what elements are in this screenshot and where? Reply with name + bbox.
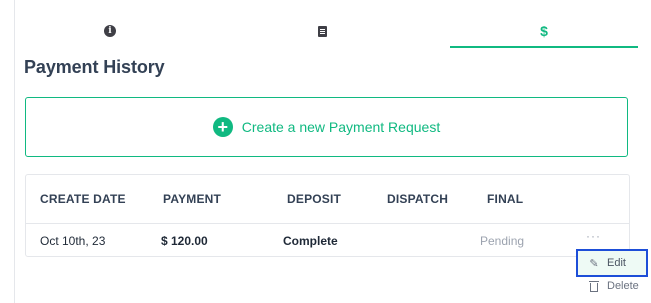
dollar-icon: $ (540, 23, 548, 39)
pencil-icon: ✎ (589, 257, 599, 270)
cell-final: Pending (480, 234, 525, 248)
left-border (14, 0, 15, 303)
column-header-dispatch: DISPATCH (387, 192, 449, 206)
tab-bar: i $ (16, 14, 638, 48)
page-title: Payment History (24, 57, 165, 77)
create-payment-request-label: Create a new Payment Request (241, 119, 441, 135)
trash-icon (589, 280, 599, 292)
create-payment-request-button[interactable]: + Create a new Payment Request (25, 97, 628, 157)
column-header-payment: PAYMENT (163, 192, 222, 206)
cell-payment: $ 120.00 (161, 234, 208, 248)
info-icon: i (104, 25, 116, 37)
tab-payment[interactable]: $ (450, 14, 638, 48)
payment-table: CREATE DATE PAYMENT DEPOSIT DISPATCH FIN… (25, 174, 630, 257)
tab-receipt[interactable] (228, 14, 416, 48)
trash-icon-wrapper (588, 280, 600, 292)
menu-item-delete[interactable]: Delete (578, 276, 646, 296)
column-header-deposit: DEPOSIT (287, 192, 342, 206)
column-header-create-date: CREATE DATE (40, 192, 126, 206)
plus-circle-icon: + (212, 117, 233, 137)
cell-deposit: Complete (283, 234, 338, 248)
receipt-icon (317, 25, 327, 37)
row-actions-menu-button[interactable]: ··· (586, 229, 601, 243)
header-divider (26, 223, 629, 224)
row-actions-menu: ✎ Edit Delete (576, 249, 648, 297)
menu-item-edit-label: Edit (607, 257, 626, 269)
cell-create-date: Oct 10th, 23 (40, 234, 106, 248)
menu-item-delete-label: Delete (607, 280, 639, 292)
tab-info[interactable]: i (16, 14, 204, 48)
column-header-final: FINAL (487, 192, 524, 206)
menu-item-edit[interactable]: ✎ Edit (576, 249, 648, 277)
